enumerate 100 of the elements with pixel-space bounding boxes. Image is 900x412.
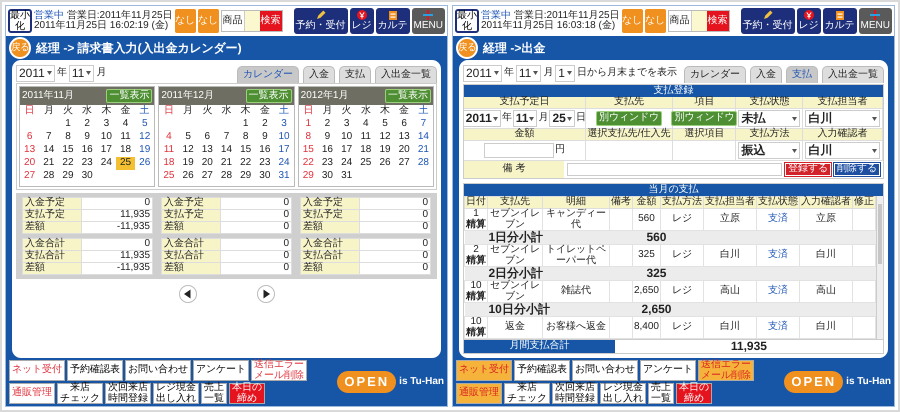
calendar-day[interactable]: 10: [337, 131, 356, 144]
status-select[interactable]: 未払: [738, 110, 800, 127]
calendar-day[interactable]: 23: [255, 157, 274, 170]
calendar-day[interactable]: 29: [236, 170, 256, 183]
calendar-day[interactable]: 4: [356, 118, 376, 131]
calendar-day[interactable]: 12: [375, 131, 395, 144]
calendar-day[interactable]: 30: [318, 170, 338, 183]
footer-button[interactable]: 来店 チェック: [504, 383, 550, 404]
calendar-day[interactable]: 21: [39, 157, 58, 170]
calendar-day[interactable]: 14: [414, 131, 433, 144]
calendar-day[interactable]: 9: [78, 131, 97, 144]
calendar-day[interactable]: 26: [375, 157, 395, 170]
calendar-day[interactable]: 20: [20, 157, 40, 170]
tab[interactable]: 入出金一覧: [375, 66, 437, 83]
calendar-day[interactable]: 4: [116, 118, 136, 131]
search-button[interactable]: 検索: [706, 11, 729, 31]
calendar-day[interactable]: 30: [78, 170, 97, 183]
calendar-day[interactable]: 28: [39, 170, 58, 183]
calendar-day[interactable]: 4: [159, 131, 179, 144]
date-select[interactable]: 2011: [462, 110, 501, 127]
calendar-day[interactable]: 5: [375, 118, 395, 131]
footer-button[interactable]: アンケート: [193, 360, 249, 381]
calendar-day[interactable]: 19: [135, 144, 154, 157]
filter-select[interactable]: 2011: [463, 64, 502, 82]
nav-button[interactable]: レジ: [796, 8, 821, 34]
list-view-button[interactable]: 一覧表示: [384, 88, 431, 104]
picker-button[interactable]: 別ウィンドウ: [671, 111, 738, 126]
footer-button[interactable]: お問い合わせ: [125, 360, 191, 381]
calendar-day[interactable]: 28: [414, 157, 433, 170]
calendar-day[interactable]: 21: [414, 144, 433, 157]
calendar-day[interactable]: 16: [78, 144, 97, 157]
picker-button[interactable]: 別ウィンドウ: [596, 111, 662, 126]
calendar-day[interactable]: 5: [135, 118, 154, 131]
filter-select[interactable]: 11: [68, 64, 94, 82]
calendar-day[interactable]: 1: [298, 118, 318, 131]
calendar-day[interactable]: 7: [39, 131, 58, 144]
calendar-day[interactable]: 15: [298, 144, 318, 157]
calendar-day[interactable]: 28: [216, 170, 236, 183]
calendar-day[interactable]: 6: [198, 131, 217, 144]
method-select[interactable]: 振込: [738, 142, 800, 159]
calendar-day[interactable]: 27: [20, 170, 40, 183]
nav-button[interactable]: 予約・受付: [740, 8, 795, 34]
calendar-day[interactable]: 13: [20, 144, 40, 157]
nav-button[interactable]: カルテ: [376, 8, 410, 34]
footer-button[interactable]: 次回来店 時間登録: [105, 383, 151, 404]
calendar-day[interactable]: 18: [116, 144, 136, 157]
scrollbar[interactable]: [876, 196, 883, 339]
calendar-day[interactable]: 20: [198, 157, 217, 170]
calendar-day[interactable]: 3: [274, 118, 294, 131]
footer-button[interactable]: 本日の 締め: [229, 383, 265, 404]
footer-button[interactable]: 予約確認表: [514, 360, 570, 381]
calendar-day[interactable]: 9: [255, 131, 274, 144]
calendar-day[interactable]: 2: [78, 118, 97, 131]
calendar-day[interactable]: 23: [78, 157, 97, 170]
footer-button[interactable]: 売上 一覧: [648, 383, 674, 404]
footer-button[interactable]: アンケート: [640, 360, 696, 381]
footer-button[interactable]: 予約確認表: [67, 360, 123, 381]
calendar-day[interactable]: 22: [58, 157, 78, 170]
calendar-day[interactable]: 29: [58, 170, 78, 183]
footer-button[interactable]: お問い合わせ: [572, 360, 638, 381]
list-view-button[interactable]: 一覧表示: [106, 88, 152, 104]
nav-button[interactable]: レジ: [350, 8, 374, 34]
calendar-day[interactable]: 25: [116, 157, 136, 170]
calendar-day[interactable]: 2: [255, 118, 274, 131]
calendar-day[interactable]: 8: [298, 131, 318, 144]
calendar-day[interactable]: 31: [274, 170, 294, 183]
tab[interactable]: 入金: [750, 66, 782, 83]
filter-select[interactable]: 2011: [16, 64, 55, 82]
tab[interactable]: カレンダー: [237, 66, 299, 83]
calendar-day[interactable]: 17: [274, 144, 294, 157]
calendar-day[interactable]: 25: [159, 170, 179, 183]
calendar-day[interactable]: 13: [394, 131, 414, 144]
calendar-day[interactable]: 9: [318, 131, 338, 144]
calendar-day[interactable]: 24: [96, 157, 116, 170]
calendar-day[interactable]: 17: [337, 144, 356, 157]
calendar-day[interactable]: 10: [96, 131, 116, 144]
calendar-day[interactable]: 18: [356, 144, 376, 157]
calendar-day[interactable]: 25: [356, 157, 376, 170]
footer-button[interactable]: 本日の 締め: [676, 383, 712, 404]
calendar-day[interactable]: 11: [356, 131, 376, 144]
tab[interactable]: 支払: [786, 66, 818, 83]
calendar-day[interactable]: 29: [298, 170, 318, 183]
calendar-day[interactable]: 23: [318, 157, 338, 170]
date-select[interactable]: 11: [512, 110, 538, 127]
calendar-day[interactable]: 30: [255, 170, 274, 183]
calendar-day[interactable]: 11: [159, 144, 179, 157]
checker-select[interactable]: 白川: [805, 142, 880, 159]
calendar-day[interactable]: 15: [58, 144, 78, 157]
tab[interactable]: 支払: [339, 66, 371, 83]
calendar-day[interactable]: 8: [236, 131, 256, 144]
calendar-day[interactable]: 27: [198, 170, 217, 183]
filter-select[interactable]: 1: [555, 64, 575, 82]
calendar-day[interactable]: 17: [96, 144, 116, 157]
footer-button[interactable]: 売上 一覧: [201, 383, 227, 404]
search-field[interactable]: [690, 11, 707, 31]
list-view-button[interactable]: 一覧表示: [246, 88, 292, 104]
calendar-day[interactable]: 12: [178, 144, 198, 157]
calendar-day[interactable]: 26: [135, 157, 154, 170]
calendar-day[interactable]: 27: [394, 157, 414, 170]
search-button[interactable]: 検索: [260, 11, 282, 31]
